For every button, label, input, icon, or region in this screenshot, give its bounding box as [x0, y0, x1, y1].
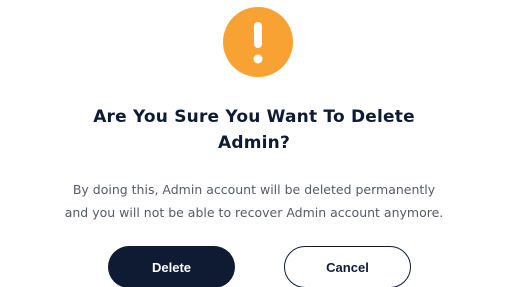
- exclamation-warning-icon: [223, 7, 293, 77]
- dialog-message-line-1: By doing this, Admin account will be del…: [72, 182, 436, 197]
- cancel-button[interactable]: Cancel: [284, 246, 411, 287]
- dialog-title-line-1: Are You Sure You Want To Delete: [93, 107, 415, 127]
- dialog-title-line-2: Admin?: [217, 133, 291, 153]
- dialog-message: By doing this, Admin account will be del…: [0, 178, 508, 224]
- delete-admin-confirm-dialog: Are You Sure You Want To Delete Admin? B…: [0, 0, 508, 287]
- delete-button[interactable]: Delete: [108, 246, 235, 287]
- dialog-message-line-2: and you will not be able to recover Admi…: [64, 205, 444, 220]
- dialog-title: Are You Sure You Want To Delete Admin?: [0, 104, 508, 156]
